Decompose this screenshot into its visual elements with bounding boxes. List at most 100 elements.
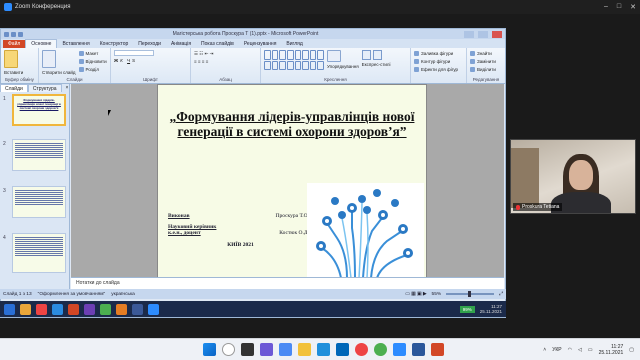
group-label-slides: Слайди bbox=[66, 77, 83, 82]
panel-tabs: Слайди Структура × bbox=[0, 84, 69, 92]
powerpoint-icon[interactable] bbox=[431, 343, 444, 356]
remote-app3-icon[interactable] bbox=[132, 303, 143, 315]
system-tray: ˄ УКР ◠ ◁ ▭ 11:27 25.11.2021 ▢ bbox=[543, 344, 634, 356]
tab-review[interactable]: Рецензування bbox=[239, 40, 282, 48]
list-buttons[interactable]: ☰ ☷ ⇤ ⇥ bbox=[194, 50, 213, 57]
remote-start-icon[interactable] bbox=[4, 303, 15, 315]
windows-taskbar: ˄ УКР ◠ ◁ ▭ 11:27 25.11.2021 ▢ bbox=[0, 338, 640, 360]
undo-icon[interactable] bbox=[11, 31, 16, 37]
find-button[interactable]: Знайти bbox=[470, 50, 496, 57]
view-buttons[interactable]: ▭ ▦ ▣ ▶ bbox=[405, 292, 426, 297]
slide-thumb-4[interactable] bbox=[12, 233, 66, 273]
city-year: КИЇВ 2021 bbox=[227, 242, 254, 248]
fit-slide-icon[interactable]: ⤢ bbox=[499, 291, 503, 297]
zoom-icon[interactable] bbox=[393, 343, 406, 356]
network-tree-image[interactable] bbox=[307, 183, 424, 279]
participant-video[interactable]: Proskura Tetiana bbox=[510, 139, 636, 214]
notes-pane[interactable]: Нотатки до слайда bbox=[71, 277, 504, 289]
remote-app2-icon[interactable] bbox=[116, 303, 127, 315]
arrange-label: Упорядкування bbox=[327, 64, 359, 69]
tab-outline[interactable]: Структура bbox=[27, 84, 62, 92]
group-paragraph: ☰ ☷ ⇤ ⇥ ≡ ≡ ≡ ≡ Абзац bbox=[191, 48, 261, 83]
notification-icon[interactable]: ▢ bbox=[629, 347, 634, 353]
ppt-minimize-icon[interactable] bbox=[464, 30, 474, 38]
edge-icon[interactable] bbox=[317, 343, 330, 356]
current-slide[interactable]: „Формування лідерів-управлінців нової ге… bbox=[157, 84, 427, 279]
shape-outline-button[interactable]: Контур фігури bbox=[414, 58, 458, 65]
remote-taskbar: 99% 11:27 25.11.2021 bbox=[0, 301, 506, 317]
tab-view[interactable]: Вигляд bbox=[281, 40, 307, 48]
search-icon[interactable] bbox=[222, 343, 235, 356]
remote-word-icon[interactable] bbox=[52, 303, 63, 315]
remote-powerpoint-icon[interactable] bbox=[68, 303, 79, 315]
tab-slideshow[interactable]: Показ слайдів bbox=[196, 40, 239, 48]
layout-button[interactable]: Макет bbox=[78, 50, 107, 57]
remote-explorer-icon[interactable] bbox=[20, 303, 31, 315]
font-format-buttons[interactable]: Ж К Ч S bbox=[114, 57, 154, 64]
shape-effects-button[interactable]: Ефекти для фігур bbox=[414, 66, 458, 73]
tab-slides[interactable]: Слайди bbox=[0, 84, 28, 92]
quick-styles-button[interactable] bbox=[361, 50, 391, 60]
font-name-select[interactable] bbox=[114, 50, 154, 56]
tab-animations[interactable]: Анімація bbox=[166, 40, 196, 48]
fill-icon bbox=[414, 51, 419, 56]
task-view-icon[interactable] bbox=[241, 343, 254, 356]
zoom-slider[interactable] bbox=[446, 291, 495, 297]
group-editing: Знайти Замінити Виділити Редагування bbox=[467, 48, 505, 83]
new-slide-button[interactable] bbox=[42, 50, 56, 68]
shapes-gallery[interactable] bbox=[264, 50, 324, 70]
ppt-title-bar: Магістерська робота Проскура Т (1).pptx … bbox=[1, 29, 505, 39]
tab-transitions[interactable]: Переходи bbox=[133, 40, 166, 48]
replace-button[interactable]: Замінити bbox=[470, 58, 496, 65]
thumb-number: 4 bbox=[3, 235, 6, 241]
tab-home[interactable]: Основне bbox=[25, 39, 58, 48]
store-icon[interactable] bbox=[336, 343, 349, 356]
window-controls: – □ ✕ bbox=[604, 3, 636, 11]
remote-zoom-icon[interactable] bbox=[148, 303, 159, 315]
slide-thumb-1[interactable]: Формування лідерів-управлінців нової ген… bbox=[12, 94, 66, 126]
tab-insert[interactable]: Вставлення bbox=[57, 40, 94, 48]
quick-styles-label: Експрес-стилі bbox=[361, 62, 391, 67]
battery-icon[interactable]: ▭ bbox=[588, 347, 593, 353]
remote-chrome-icon[interactable] bbox=[100, 303, 111, 315]
widgets-icon[interactable] bbox=[260, 343, 273, 356]
language-indicator[interactable]: УКР bbox=[552, 347, 561, 353]
tab-file[interactable]: Файл bbox=[3, 40, 26, 48]
section-button[interactable]: Розділ bbox=[78, 66, 107, 73]
shape-fill-button[interactable]: Заливка фігури bbox=[414, 50, 458, 57]
ppt-maximize-icon[interactable] bbox=[478, 30, 488, 38]
taskbar-clock[interactable]: 11:27 25.11.2021 bbox=[599, 344, 624, 356]
opera-icon[interactable] bbox=[355, 343, 368, 356]
reset-button[interactable]: Відновити bbox=[78, 58, 107, 65]
ppt-window-controls bbox=[464, 30, 502, 38]
tab-design[interactable]: Конструктор bbox=[95, 40, 134, 48]
thumb-title: Формування лідерів-управлінців нової ген… bbox=[17, 98, 61, 110]
chat-icon[interactable] bbox=[279, 343, 292, 356]
maximize-icon[interactable]: □ bbox=[617, 3, 621, 11]
wifi-icon[interactable]: ◠ bbox=[568, 347, 572, 353]
slide-canvas: „Формування лідерів-управлінців нової ге… bbox=[71, 84, 504, 279]
align-buttons[interactable]: ≡ ≡ ≡ ≡ bbox=[194, 58, 213, 65]
word-icon[interactable] bbox=[412, 343, 425, 356]
muted-mic-icon bbox=[516, 204, 520, 210]
minimize-icon[interactable]: – bbox=[604, 3, 608, 11]
volume-icon[interactable]: ◁ bbox=[578, 347, 582, 353]
slide-author-block[interactable]: Виконав Проскура Т.О. Науковий керівник … bbox=[168, 213, 313, 248]
chrome-icon[interactable] bbox=[374, 343, 387, 356]
slide-thumb-3[interactable] bbox=[12, 186, 66, 218]
slide-title[interactable]: „Формування лідерів-управлінців нової ге… bbox=[168, 109, 416, 139]
file-explorer-icon[interactable] bbox=[298, 343, 311, 356]
arrange-button[interactable] bbox=[327, 50, 341, 62]
remote-app-icon[interactable] bbox=[36, 303, 47, 315]
ppt-close-icon[interactable] bbox=[492, 30, 502, 38]
paste-button[interactable] bbox=[4, 50, 18, 68]
select-button[interactable]: Виділити bbox=[470, 66, 496, 73]
close-icon[interactable]: ✕ bbox=[630, 3, 636, 11]
start-icon[interactable] bbox=[203, 343, 216, 356]
slide-thumb-2[interactable] bbox=[12, 139, 66, 171]
chevron-up-icon[interactable]: ˄ bbox=[543, 347, 546, 353]
outline-icon bbox=[414, 59, 419, 64]
save-icon[interactable] bbox=[4, 31, 9, 37]
remote-viber-icon[interactable] bbox=[84, 303, 95, 315]
redo-icon[interactable] bbox=[18, 31, 23, 37]
